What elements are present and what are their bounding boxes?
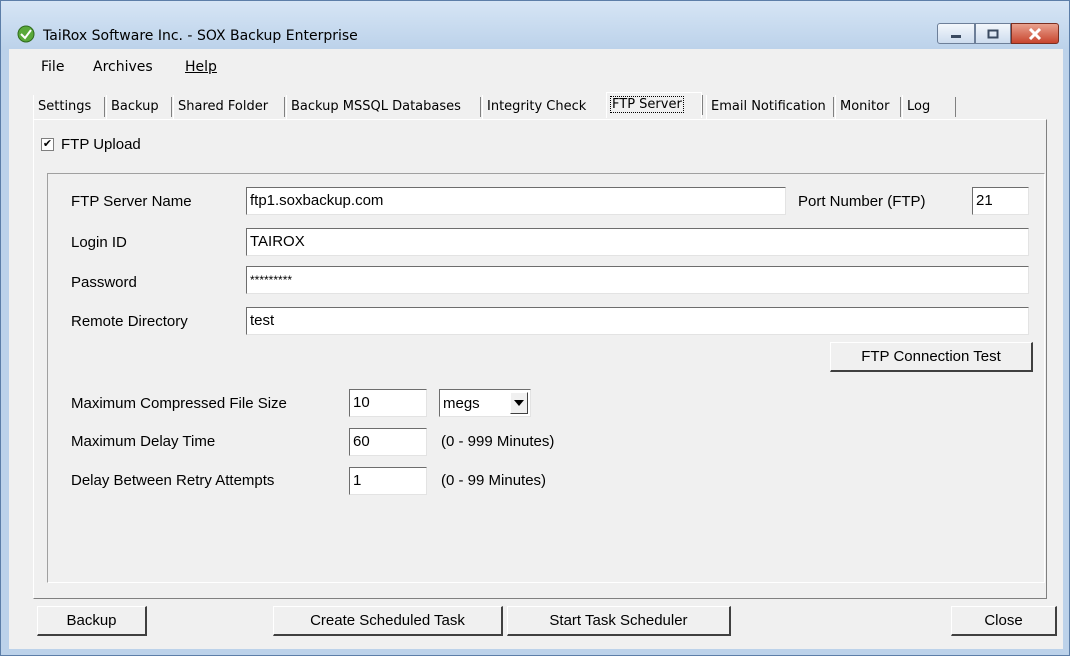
create-scheduled-task-button[interactable]: Create Scheduled Task xyxy=(273,606,503,636)
backup-button[interactable]: Backup xyxy=(37,606,147,636)
menu-file[interactable]: File xyxy=(41,59,64,75)
maximize-icon xyxy=(987,29,999,38)
port-number-label: Port Number (FTP) xyxy=(798,193,926,210)
minimize-icon xyxy=(951,34,961,38)
retry-delay-hint: (0 - 99 Minutes) xyxy=(441,472,547,489)
tab-backup[interactable]: Backup xyxy=(106,95,172,119)
max-file-size-label: Maximum Compressed File Size xyxy=(71,395,287,412)
remote-directory-field[interactable]: test xyxy=(246,307,1029,335)
window-title: TaiRox Software Inc. - SOX Backup Enterp… xyxy=(43,28,358,44)
retry-delay-label: Delay Between Retry Attempts xyxy=(71,472,275,489)
remote-directory-label: Remote Directory xyxy=(71,313,188,330)
login-id-label: Login ID xyxy=(71,234,127,251)
ftp-connection-test-button[interactable]: FTP Connection Test xyxy=(830,342,1033,372)
ftp-server-name-label: FTP Server Name xyxy=(71,193,192,210)
tab-settings[interactable]: Settings xyxy=(33,95,105,119)
dropdown-arrow-icon[interactable] xyxy=(510,392,528,414)
password-field[interactable]: ********* xyxy=(246,266,1029,294)
size-unit-value: megs xyxy=(443,395,480,412)
max-file-size-field[interactable]: 10 xyxy=(349,389,427,417)
menu-help[interactable]: Help xyxy=(185,59,217,75)
login-id-field[interactable]: TAIROX xyxy=(246,228,1029,256)
start-task-scheduler-button[interactable]: Start Task Scheduler xyxy=(507,606,731,636)
retry-delay-field[interactable]: 1 xyxy=(349,467,427,495)
tab-shared-folder[interactable]: Shared Folder xyxy=(173,95,285,119)
tairox-app-icon xyxy=(17,25,35,43)
minimize-button[interactable] xyxy=(937,23,975,44)
tab-monitor[interactable]: Monitor xyxy=(835,95,901,119)
size-unit-select[interactable]: megs xyxy=(439,389,531,417)
tab-ftp-server[interactable]: FTP Server xyxy=(606,92,703,118)
maximize-button[interactable] xyxy=(975,23,1011,44)
max-delay-field[interactable]: 60 xyxy=(349,428,427,456)
tab-log[interactable]: Log xyxy=(902,95,956,119)
close-window-button[interactable] xyxy=(1011,23,1059,44)
title-bar[interactable]: TaiRox Software Inc. - SOX Backup Enterp… xyxy=(1,1,1069,49)
ftp-server-name-field[interactable]: ftp1.soxbackup.com xyxy=(246,187,786,215)
close-icon xyxy=(1028,27,1042,40)
menu-archives[interactable]: Archives xyxy=(93,59,153,75)
tab-backup-mssql[interactable]: Backup MSSQL Databases xyxy=(286,95,481,119)
close-button[interactable]: Close xyxy=(951,606,1057,636)
menu-bar: File Archives Help xyxy=(9,49,1063,75)
password-label: Password xyxy=(71,274,137,291)
max-delay-label: Maximum Delay Time xyxy=(71,433,216,450)
tab-email-notification[interactable]: Email Notification xyxy=(706,95,834,119)
app-window: TaiRox Software Inc. - SOX Backup Enterp… xyxy=(0,0,1070,656)
ftp-upload-label: FTP Upload xyxy=(61,136,141,153)
max-delay-hint: (0 - 999 Minutes) xyxy=(441,433,555,450)
port-number-field[interactable]: 21 xyxy=(972,187,1029,215)
tab-integrity-check[interactable]: Integrity Check xyxy=(482,95,607,119)
ftp-upload-checkbox[interactable]: ✔ xyxy=(41,138,54,151)
